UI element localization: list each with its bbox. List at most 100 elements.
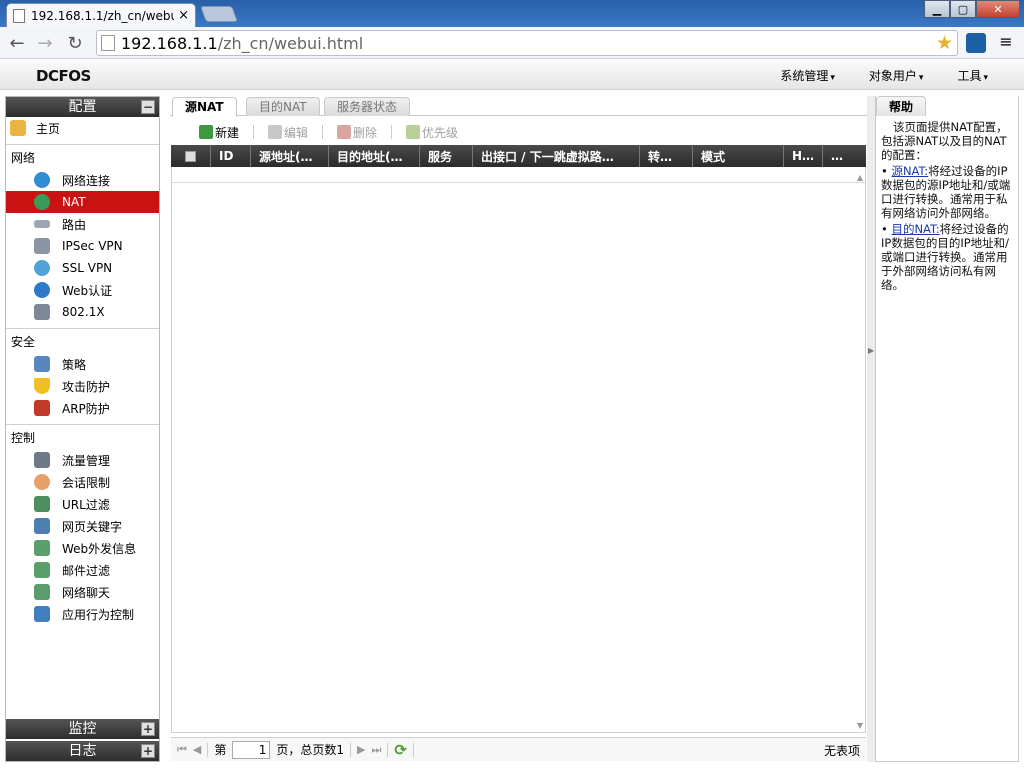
window-close-button[interactable]: ✕ — [976, 0, 1020, 18]
new-button[interactable]: 新建 — [199, 124, 239, 141]
column-mode[interactable]: 模式 — [693, 145, 784, 167]
sidebar-item-8021x[interactable]: 802.1X — [6, 301, 159, 323]
add-icon — [199, 125, 213, 139]
sidebar-item-policy[interactable]: 策略 — [6, 353, 159, 375]
sidebar-item-keyword[interactable]: 网页关键字 — [6, 515, 159, 537]
back-arrow-icon[interactable]: ← — [6, 32, 28, 54]
tab-server-status[interactable]: 服务器状态 — [324, 97, 411, 116]
scroll-down-icon[interactable]: ▼ — [857, 721, 863, 730]
chat-icon — [34, 584, 50, 600]
monitor-header[interactable]: 监控 + — [6, 719, 159, 739]
column-h[interactable]: H… — [784, 145, 823, 167]
destination-nat-link[interactable]: 目的NAT: — [891, 222, 939, 236]
column-source-address[interactable]: 源地址(… — [251, 145, 329, 167]
column-egress[interactable]: 出接口 / 下一跳虚拟路… — [473, 145, 640, 167]
log-header[interactable]: 日志 + — [6, 741, 159, 761]
table-header: ID 源地址(… 目的地址(… 服务 出接口 / 下一跳虚拟路… 转… 模式 H… — [171, 145, 866, 167]
sidebar-item-ssl-vpn[interactable]: SSL VPN — [6, 257, 159, 279]
priority-icon — [406, 125, 421, 139]
column-translate[interactable]: 转… — [640, 145, 693, 167]
sidebar-item-mail-filter[interactable]: 邮件过滤 — [6, 559, 159, 581]
url-filter-icon — [34, 496, 50, 512]
browser-menu-icon[interactable]: ≡ — [998, 34, 1014, 50]
sidebar-item-nat[interactable]: NAT — [6, 191, 159, 213]
column-service[interactable]: 服务 — [420, 145, 473, 167]
select-all-checkbox[interactable] — [171, 145, 211, 167]
reload-icon[interactable]: ↻ — [64, 32, 86, 54]
column-more[interactable]: … — [823, 145, 866, 167]
address-bar[interactable]: 192.168.1.1/zh_cn/webui.html ★ — [96, 30, 958, 56]
help-tab[interactable]: 帮助 — [876, 96, 927, 116]
mail-filter-icon — [34, 562, 50, 578]
sidebar-item-arp-defense[interactable]: ARP防护 — [6, 397, 159, 419]
page-icon — [13, 8, 25, 23]
expand-icon[interactable]: + — [141, 744, 155, 758]
column-id[interactable]: ID — [211, 145, 251, 167]
new-tab-button[interactable] — [200, 6, 238, 22]
server-icon — [34, 238, 50, 254]
menu-tools[interactable]: 工具 — [957, 67, 988, 84]
help-collapse-handle[interactable]: ▶ — [867, 96, 875, 762]
help-panel: 帮助 该页面提供NAT配置，包括源NAT以及目的NAT的配置： • 源NAT:将… — [875, 96, 1019, 762]
browser-titlebar: 192.168.1.1/zh_cn/webu × ▁ ▢ ✕ — [0, 0, 1024, 27]
sidebar-item-session-limit[interactable]: 会话限制 — [6, 471, 159, 493]
logo: DCFOS — [36, 67, 91, 85]
sidebar-item-routing[interactable]: 路由 — [6, 213, 159, 235]
source-nat-link[interactable]: 源NAT: — [891, 164, 928, 178]
browser-tab[interactable]: 192.168.1.1/zh_cn/webu × — [6, 3, 196, 27]
tab-source-nat[interactable]: 源NAT — [172, 97, 237, 117]
scroll-up-icon[interactable]: ▲ — [857, 173, 863, 182]
refresh-icon[interactable]: ⟳ — [394, 741, 407, 759]
trash-icon — [337, 125, 352, 139]
sidebar: 配置 − 主页 网络 网络连接 NAT 路由 IPSec VPN SSL VPN… — [5, 96, 160, 762]
sidebar-item-network-connection[interactable]: 网络连接 — [6, 169, 159, 191]
minimize-button[interactable]: ▁ — [924, 0, 950, 18]
help-item-source-nat: • 源NAT:将经过设备的IP数据包的源IP地址和/或端口进行转换。通常用于私有… — [881, 164, 1011, 220]
sidebar-item-web-auth[interactable]: Web认证 — [6, 279, 159, 301]
nat-tabs: 源NAT 目的NAT 服务器状态 — [170, 96, 867, 117]
traffic-icon — [34, 452, 50, 468]
page-icon — [101, 35, 115, 51]
extension-icon[interactable] — [966, 33, 986, 53]
url-path: /zh_cn/webui.html — [217, 33, 364, 53]
delete-button[interactable]: 删除 — [337, 124, 377, 141]
menu-system-management[interactable]: 系统管理 — [780, 67, 835, 84]
sidebar-item-web-outbound[interactable]: Web外发信息 — [6, 537, 159, 559]
ssl-globe-icon — [34, 260, 50, 276]
sidebar-item-app-control[interactable]: 应用行为控制 — [6, 603, 159, 625]
expand-icon[interactable]: + — [141, 722, 155, 736]
last-page-icon[interactable]: ⏭ — [372, 743, 382, 757]
prev-page-icon[interactable]: ◀ — [193, 743, 201, 756]
edit-button[interactable]: 编辑 — [268, 124, 308, 141]
help-item-destination-nat: • 目的NAT:将经过设备的IP数据包的目的IP地址和/或端口进行转换。通常用于… — [881, 222, 1010, 292]
sidebar-item-chat[interactable]: 网络聊天 — [6, 581, 159, 603]
globe-icon — [34, 172, 50, 188]
session-icon — [34, 474, 50, 490]
tab-destination-nat[interactable]: 目的NAT — [246, 97, 320, 116]
collapse-icon[interactable]: − — [141, 100, 155, 114]
app-header: DCFOS 系统管理 对象用户 工具 — [0, 60, 1024, 90]
page-number-input[interactable]: 1 — [232, 740, 271, 759]
column-destination-address[interactable]: 目的地址(… — [329, 145, 420, 167]
first-page-icon[interactable]: ⏮ — [177, 743, 187, 757]
bookmark-star-icon[interactable]: ★ — [936, 32, 953, 54]
sidebar-item-home[interactable]: 主页 — [6, 117, 159, 139]
menu-object-user[interactable]: 对象用户 — [869, 67, 924, 84]
edit-icon — [268, 125, 283, 139]
maximize-button[interactable]: ▢ — [950, 0, 976, 18]
forward-arrow-icon[interactable]: → — [34, 32, 56, 54]
config-header[interactable]: 配置 − — [6, 97, 159, 117]
sidebar-item-ipsec-vpn[interactable]: IPSec VPN — [6, 235, 159, 257]
help-intro: 该页面提供NAT配置，包括源NAT以及目的NAT的配置： — [881, 120, 1008, 162]
tab-close-icon[interactable]: × — [178, 8, 189, 23]
app-control-icon — [34, 606, 50, 622]
priority-button[interactable]: 优先级 — [406, 124, 458, 141]
sidebar-item-attack-defense[interactable]: 攻击防护 — [6, 375, 159, 397]
next-page-icon[interactable]: ▶ — [357, 743, 365, 756]
sidebar-item-traffic[interactable]: 流量管理 — [6, 449, 159, 471]
page-label-prefix: 第 — [214, 743, 227, 757]
keyword-icon — [34, 518, 50, 534]
web-auth-icon — [34, 282, 50, 298]
sidebar-item-url-filter[interactable]: URL过滤 — [6, 493, 159, 515]
home-icon — [10, 120, 26, 136]
